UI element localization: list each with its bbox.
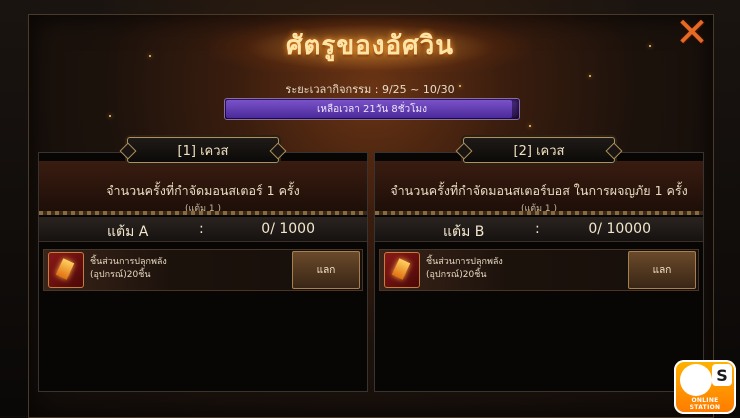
score-colon: : — [199, 221, 204, 237]
sparkle — [589, 75, 591, 77]
event-period: ระยะเวลากิจกรรม : 9/25 ~ 10/30 — [285, 83, 455, 96]
quest-card-1: จำนวนครั้งที่กำจัดมอนสเตอร์ 1 ครั้ง (แต้… — [38, 137, 368, 392]
logo-text: ONLINE STATION — [689, 397, 721, 411]
reward-name-line1: ชิ้นส่วนการปลุกพลัง — [90, 257, 167, 267]
score-value: 0/ 1000 — [261, 221, 315, 237]
sparkle — [149, 55, 151, 57]
logo-letter: S — [712, 364, 732, 386]
reward-name: ชิ้นส่วนการปลุกพลัง (อุปกรณ์)20ชิ้น — [426, 256, 503, 282]
exchange-button[interactable]: แลก — [292, 251, 360, 289]
sparkle — [649, 45, 651, 47]
reward-name-line2: (อุปกรณ์)20ชิ้น — [426, 270, 487, 280]
reward-name-line1: ชิ้นส่วนการปลุกพลัง — [426, 257, 503, 267]
score-label: แต้ม B — [443, 224, 485, 240]
time-remaining-text: เหลือเวลา 21วัน 8ชั่วโมง — [316, 103, 428, 115]
close-icon: ✕ — [675, 10, 709, 56]
awakening-shard-icon — [384, 252, 420, 288]
sparkle — [529, 125, 531, 127]
score-colon: : — [535, 221, 540, 237]
quest-description: จำนวนครั้งที่กำจัดมอนสเตอร์ 1 ครั้ง — [106, 183, 300, 198]
quest-tab: [2] เควส — [463, 137, 615, 163]
quest-description: จำนวนครั้งที่กำจัดมอนสเตอร์บอส ในการผจญภ… — [390, 183, 688, 198]
score-value: 0/ 10000 — [588, 221, 651, 237]
sparkle — [109, 115, 111, 117]
reward-row: ชิ้นส่วนการปลุกพลัง (อุปกรณ์)20ชิ้น แลก — [379, 249, 699, 291]
quest-tab: [1] เควส — [127, 137, 279, 163]
close-button[interactable]: ✕ — [674, 10, 710, 56]
divider — [39, 211, 367, 215]
exchange-button[interactable]: แลก — [628, 251, 696, 289]
title-banner: ศัตรูของอัศวิน — [210, 18, 530, 72]
score-row: แต้ม B : 0/ 10000 — [375, 217, 703, 242]
reward-name-line2: (อุปกรณ์)20ชิ้น — [90, 270, 151, 280]
score-label: แต้ม A — [107, 224, 149, 240]
reward-row: ชิ้นส่วนการปลุกพลัง (อุปกรณ์)20ชิ้น แลก — [43, 249, 363, 291]
divider — [375, 211, 703, 215]
quest-card-2: จำนวนครั้งที่กำจัดมอนสเตอร์บอส ในการผจญภ… — [374, 137, 704, 392]
quest-header: จำนวนครั้งที่กำจัดมอนสเตอร์ 1 ครั้ง (แต้… — [39, 161, 367, 214]
online-station-logo: S ONLINE STATION — [674, 360, 736, 414]
time-remaining-bar: เหลือเวลา 21วัน 8ชั่วโมง — [224, 98, 520, 120]
score-row: แต้ม A : 0/ 1000 — [39, 217, 367, 242]
page-title: ศัตรูของอัศวิน — [286, 30, 454, 61]
logo-mark — [680, 364, 712, 396]
awakening-shard-icon — [48, 252, 84, 288]
reward-name: ชิ้นส่วนการปลุกพลัง (อุปกรณ์)20ชิ้น — [90, 256, 167, 282]
quest-header: จำนวนครั้งที่กำจัดมอนสเตอร์บอส ในการผจญภ… — [375, 161, 703, 214]
